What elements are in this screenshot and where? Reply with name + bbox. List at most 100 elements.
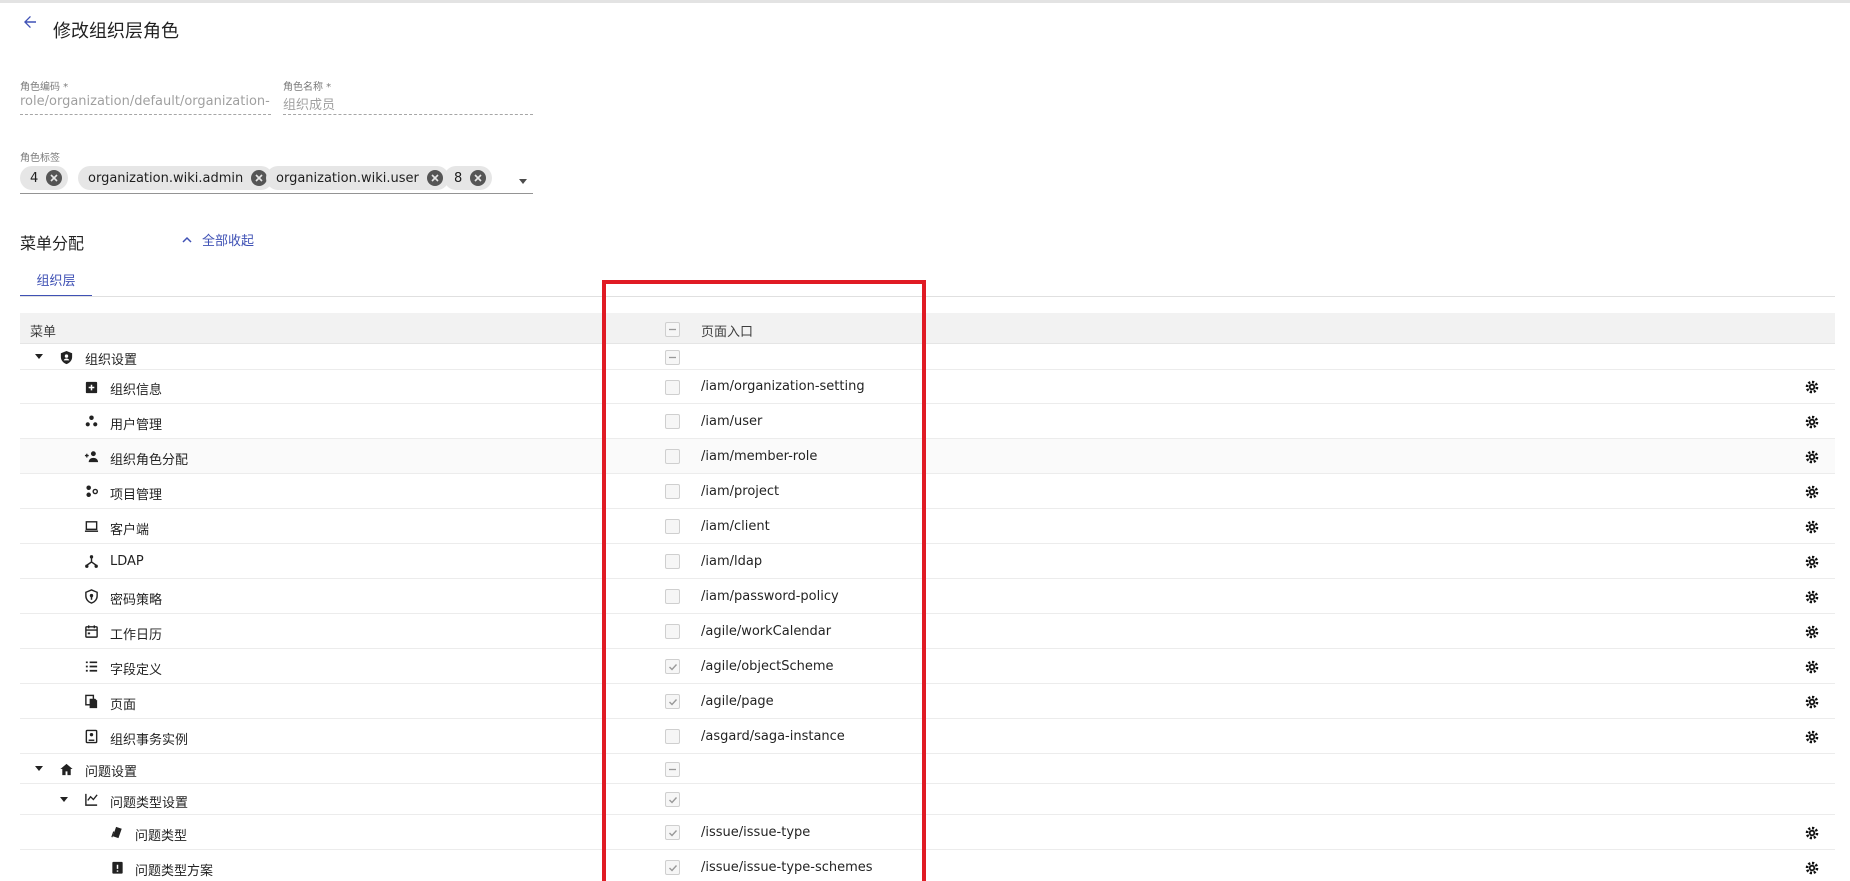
section-title: 菜单分配 bbox=[20, 234, 85, 253]
route-path: /issue/issue-type-schemes bbox=[701, 859, 873, 875]
tab-divider bbox=[20, 296, 1835, 297]
role-code-input[interactable]: role/organization/default/organization-m… bbox=[20, 94, 271, 109]
menu-label: 项目管理 bbox=[110, 487, 163, 503]
table-row: 组织角色分配/iam/member-role bbox=[20, 439, 1835, 474]
user-manage-icon bbox=[83, 414, 99, 430]
settings-gear-icon[interactable] bbox=[1804, 414, 1820, 430]
settings-gear-icon[interactable] bbox=[1804, 860, 1820, 876]
header-route: 页面入口 bbox=[701, 325, 754, 340]
permission-checkbox[interactable] bbox=[665, 624, 680, 639]
settings-gear-icon[interactable] bbox=[1804, 554, 1820, 570]
table-row: 客户端/iam/client bbox=[20, 509, 1835, 544]
tag-chip-label: 8 bbox=[454, 170, 463, 186]
permission-checkbox[interactable] bbox=[665, 694, 680, 709]
settings-gear-icon[interactable] bbox=[1804, 379, 1820, 395]
route-path: /asgard/saga-instance bbox=[701, 728, 845, 744]
role-name-input[interactable]: 组织成员 bbox=[283, 94, 533, 113]
tag-chip: 4 bbox=[20, 166, 69, 190]
menu-label: 问题设置 bbox=[85, 765, 138, 780]
settings-gear-icon[interactable] bbox=[1804, 729, 1820, 745]
permission-checkbox[interactable] bbox=[665, 860, 680, 875]
table-row: 密码策略/iam/password-policy bbox=[20, 579, 1835, 614]
permission-checkbox[interactable] bbox=[665, 449, 680, 464]
route-path: /agile/objectScheme bbox=[701, 658, 834, 674]
permission-checkbox[interactable] bbox=[665, 349, 680, 365]
table-row: 组织设置 bbox=[20, 344, 1835, 370]
permission-checkbox[interactable] bbox=[665, 379, 680, 395]
role-code-underline bbox=[20, 114, 271, 115]
table-row: 用户管理/iam/user bbox=[20, 404, 1835, 439]
permission-checkbox[interactable] bbox=[665, 554, 680, 569]
tag-chip-label: 4 bbox=[30, 170, 39, 186]
menu-label: 页面 bbox=[110, 697, 137, 713]
remove-tag-icon[interactable] bbox=[426, 170, 443, 186]
permission-checkbox[interactable] bbox=[665, 589, 680, 604]
table-row: 组织信息/iam/organization-setting bbox=[20, 370, 1835, 404]
menu-label: 问题类型 bbox=[135, 828, 188, 844]
tag-chip: organization.wiki.user bbox=[266, 166, 449, 190]
table-header: 菜单 页面入口 bbox=[20, 313, 1835, 344]
permission-checkbox[interactable] bbox=[665, 825, 680, 840]
arrow-back-icon bbox=[24, 16, 36, 28]
route-path: /iam/client bbox=[701, 518, 770, 534]
settings-gear-icon[interactable] bbox=[1804, 484, 1820, 500]
role-tags-label: 角色标签 bbox=[20, 153, 60, 164]
permission-checkbox[interactable] bbox=[665, 729, 680, 744]
menu-label: 问题类型设置 bbox=[110, 795, 189, 811]
table-row: 问题类型方案/issue/issue-type-schemes bbox=[20, 850, 1835, 881]
table-row: 问题类型设置 bbox=[20, 784, 1835, 815]
remove-tag-icon[interactable] bbox=[251, 170, 268, 186]
permission-checkbox[interactable] bbox=[665, 484, 680, 499]
menu-label: 组织事务实例 bbox=[110, 732, 189, 748]
settings-gear-icon[interactable] bbox=[1804, 449, 1820, 465]
tag-chip-label: organization.wiki.user bbox=[276, 170, 419, 186]
route-path: /iam/ldap bbox=[701, 553, 763, 569]
menu-label: 问题类型方案 bbox=[135, 863, 214, 879]
menu-label: 组织角色分配 bbox=[110, 452, 189, 468]
remove-tag-icon[interactable] bbox=[470, 170, 487, 186]
role-name-underline bbox=[283, 114, 533, 115]
select-all-checkbox[interactable] bbox=[665, 322, 680, 337]
permission-checkbox[interactable] bbox=[665, 659, 680, 674]
table-row: 页面/agile/page bbox=[20, 684, 1835, 719]
chart-line-icon bbox=[83, 792, 99, 808]
expand-toggle-icon[interactable] bbox=[31, 761, 47, 777]
table-row: 工作日历/agile/workCalendar bbox=[20, 614, 1835, 649]
page-title: 修改组织层角色 bbox=[53, 21, 179, 42]
back-button[interactable] bbox=[18, 10, 42, 34]
role-tags-underline bbox=[20, 193, 533, 194]
route-path: /iam/organization-setting bbox=[701, 379, 865, 394]
tag-chip: 8 bbox=[444, 166, 493, 190]
cards-icon bbox=[109, 825, 125, 841]
security-shield-icon bbox=[83, 589, 99, 605]
settings-gear-icon[interactable] bbox=[1804, 659, 1820, 675]
person-add-icon bbox=[83, 449, 99, 465]
table-row: 问题类型/issue/issue-type bbox=[20, 815, 1835, 850]
tag-chip-label: organization.wiki.admin bbox=[88, 170, 244, 186]
project-manage-icon bbox=[83, 484, 99, 500]
permission-checkbox[interactable] bbox=[665, 761, 680, 777]
menu-label: 工作日历 bbox=[110, 627, 163, 643]
laptop-icon bbox=[83, 519, 99, 535]
permission-checkbox[interactable] bbox=[665, 414, 680, 429]
collapse-all-button[interactable]: 全部收起 bbox=[182, 230, 254, 249]
expand-toggle-icon[interactable] bbox=[56, 792, 72, 808]
chevron-up-icon bbox=[182, 236, 192, 243]
settings-gear-icon[interactable] bbox=[1804, 825, 1820, 841]
settings-gear-icon[interactable] bbox=[1804, 624, 1820, 640]
list-icon bbox=[83, 659, 99, 675]
route-path: /iam/member-role bbox=[701, 448, 818, 464]
remove-tag-icon[interactable] bbox=[46, 170, 63, 186]
dropdown-arrow-icon[interactable] bbox=[519, 179, 527, 184]
menu-label: 密码策略 bbox=[110, 592, 163, 608]
permission-checkbox[interactable] bbox=[665, 519, 680, 534]
tab-organization-level[interactable]: 组织层 bbox=[20, 266, 92, 297]
expand-toggle-icon[interactable] bbox=[31, 349, 47, 365]
settings-gear-icon[interactable] bbox=[1804, 589, 1820, 605]
role-code-label: 角色编码 * bbox=[20, 82, 69, 93]
permission-checkbox[interactable] bbox=[665, 792, 680, 807]
settings-gear-icon[interactable] bbox=[1804, 519, 1820, 535]
route-path: /iam/password-policy bbox=[701, 588, 839, 604]
settings-gear-icon[interactable] bbox=[1804, 694, 1820, 710]
route-path: /iam/user bbox=[701, 413, 763, 429]
